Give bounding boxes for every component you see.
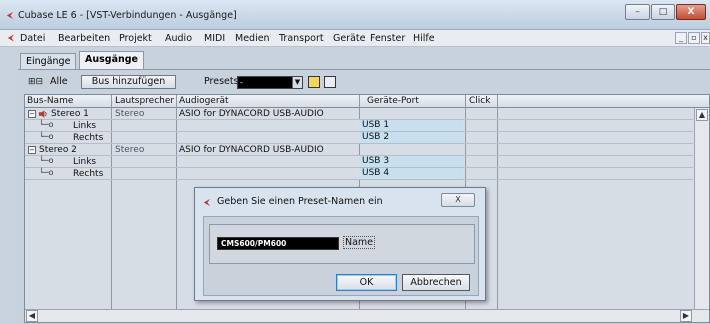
- menu-bar: Datei Bearbeiten Projekt Audio MIDI Medi…: [0, 30, 710, 47]
- device-port: USB 3: [362, 156, 390, 166]
- tab-eingaenge[interactable]: Eingänge: [20, 53, 77, 69]
- menu-datei[interactable]: Datei: [20, 33, 45, 44]
- cubase-logo-icon: [203, 198, 211, 207]
- minimize-button[interactable]: –: [625, 4, 650, 20]
- channel-name[interactable]: Links: [73, 121, 96, 131]
- device-port: USB 1: [362, 120, 390, 130]
- tab-ausgaenge[interactable]: Ausgänge: [79, 51, 144, 69]
- speaker-config[interactable]: Stereo: [115, 109, 144, 119]
- tab-divider: [18, 69, 710, 70]
- horizontal-scrollbar[interactable]: ◀ ▶: [25, 309, 709, 322]
- mdi-close-button[interactable]: x: [701, 32, 710, 44]
- preset-remove-icon[interactable]: [324, 76, 336, 88]
- channel-name[interactable]: Links: [73, 157, 96, 167]
- table-row[interactable]: └─o Links USB 1: [25, 120, 693, 132]
- bus-name[interactable]: Stereo 1: [51, 109, 89, 119]
- cubase-logo-icon: [6, 11, 14, 20]
- preset-save-icon[interactable]: [308, 76, 320, 88]
- scroll-up-icon[interactable]: ▲: [696, 109, 708, 121]
- chevron-down-icon[interactable]: ▼: [292, 77, 302, 88]
- mdi-minimize-button[interactable]: _: [675, 32, 687, 44]
- cancel-button[interactable]: Abbrechen: [402, 274, 470, 291]
- dialog-title: Geben Sie einen Preset-Namen ein: [217, 196, 383, 207]
- tree-connector-icon: └─o: [39, 156, 54, 165]
- presets-value: -: [240, 78, 243, 87]
- device-port-cell[interactable]: USB 2: [359, 132, 463, 143]
- add-bus-button[interactable]: Bus hinzufügen: [81, 75, 176, 89]
- table-row[interactable]: − Stereo 1 Stereo ASIO for DYNACORD USB-…: [25, 108, 693, 120]
- all-label[interactable]: Alle: [50, 76, 68, 87]
- window-title: Cubase LE 6 - [VST-Verbindungen - Ausgän…: [18, 10, 237, 21]
- menu-medien[interactable]: Medien: [235, 33, 270, 44]
- col-header-speaker[interactable]: Lautsprecher: [115, 96, 174, 106]
- device-port: USB 2: [362, 132, 390, 142]
- device-port-cell[interactable]: USB 4: [359, 168, 463, 179]
- col-header-click[interactable]: Click: [469, 96, 490, 106]
- menu-projekt[interactable]: Projekt: [119, 33, 152, 44]
- table-header: Bus-Name Lautsprecher Audiogerät Geräte-…: [25, 95, 709, 108]
- table-row[interactable]: − Stereo 2 Stereo ASIO for DYNACORD USB-…: [25, 144, 693, 156]
- menu-audio[interactable]: Audio: [165, 33, 192, 44]
- preset-name-dialog: Geben Sie einen Preset-Namen ein X CMS60…: [194, 187, 486, 301]
- scroll-right-icon[interactable]: ▶: [680, 310, 692, 322]
- menu-bearbeiten[interactable]: Bearbeiten: [58, 33, 110, 44]
- vertical-scrollbar[interactable]: ▲ ▼: [694, 108, 709, 322]
- maximize-button[interactable]: □: [651, 4, 675, 20]
- name-field-frame: CMS600/PM600 Name: [209, 224, 475, 264]
- device-port-cell[interactable]: USB 1: [359, 120, 463, 131]
- table-row[interactable]: └─o Links USB 3: [25, 156, 693, 168]
- title-bar: Cubase LE 6 - [VST-Verbindungen - Ausgän…: [0, 0, 710, 30]
- close-button[interactable]: X: [676, 4, 706, 20]
- cubase-logo-icon: [7, 34, 15, 42]
- presets-dropdown[interactable]: - ▼: [237, 76, 303, 89]
- ok-button[interactable]: OK: [336, 274, 397, 291]
- speaker-icon: [39, 110, 47, 118]
- menu-midi[interactable]: MIDI: [204, 33, 225, 44]
- tree-connector-icon: └─o: [39, 120, 54, 129]
- tree-collapse-icon[interactable]: −: [28, 146, 36, 154]
- table-row[interactable]: └─o Rechts USB 2: [25, 132, 693, 144]
- speaker-config[interactable]: Stereo: [115, 145, 144, 155]
- bus-name[interactable]: Stereo 2: [39, 145, 77, 155]
- tree-connector-icon: └─o: [39, 132, 54, 141]
- tree-collapse-icon[interactable]: −: [28, 110, 36, 118]
- table-row[interactable]: └─o Rechts USB 4: [25, 168, 693, 180]
- col-header-audio-device[interactable]: Audiogerät: [179, 96, 229, 106]
- col-header-bus-name[interactable]: Bus-Name: [27, 96, 73, 106]
- mdi-restore-button[interactable]: ▫: [688, 32, 700, 44]
- menu-fenster[interactable]: Fenster: [370, 33, 405, 44]
- expand-collapse-icon[interactable]: ⊞⊟: [28, 77, 43, 87]
- menu-hilfe[interactable]: Hilfe: [413, 33, 435, 44]
- dialog-close-button[interactable]: X: [441, 193, 475, 207]
- channel-name[interactable]: Rechts: [73, 169, 103, 179]
- presets-label: Presets: [204, 76, 239, 87]
- device-port-cell[interactable]: USB 3: [359, 156, 463, 167]
- audio-device[interactable]: ASIO for DYNACORD USB-AUDIO: [179, 109, 324, 119]
- preset-name-input[interactable]: CMS600/PM600: [217, 237, 339, 250]
- tree-connector-icon: └─o: [39, 168, 54, 177]
- name-label: Name: [343, 236, 376, 249]
- col-header-device-port[interactable]: Geräte-Port: [367, 96, 419, 106]
- channel-name[interactable]: Rechts: [73, 133, 103, 143]
- menu-geraete[interactable]: Geräte: [333, 33, 366, 44]
- device-port: USB 4: [362, 168, 390, 178]
- audio-device[interactable]: ASIO for DYNACORD USB-AUDIO: [179, 145, 324, 155]
- scroll-left-icon[interactable]: ◀: [26, 310, 38, 322]
- menu-transport[interactable]: Transport: [279, 33, 324, 44]
- dialog-body: CMS600/PM600 Name OK Abbrechen: [203, 216, 479, 296]
